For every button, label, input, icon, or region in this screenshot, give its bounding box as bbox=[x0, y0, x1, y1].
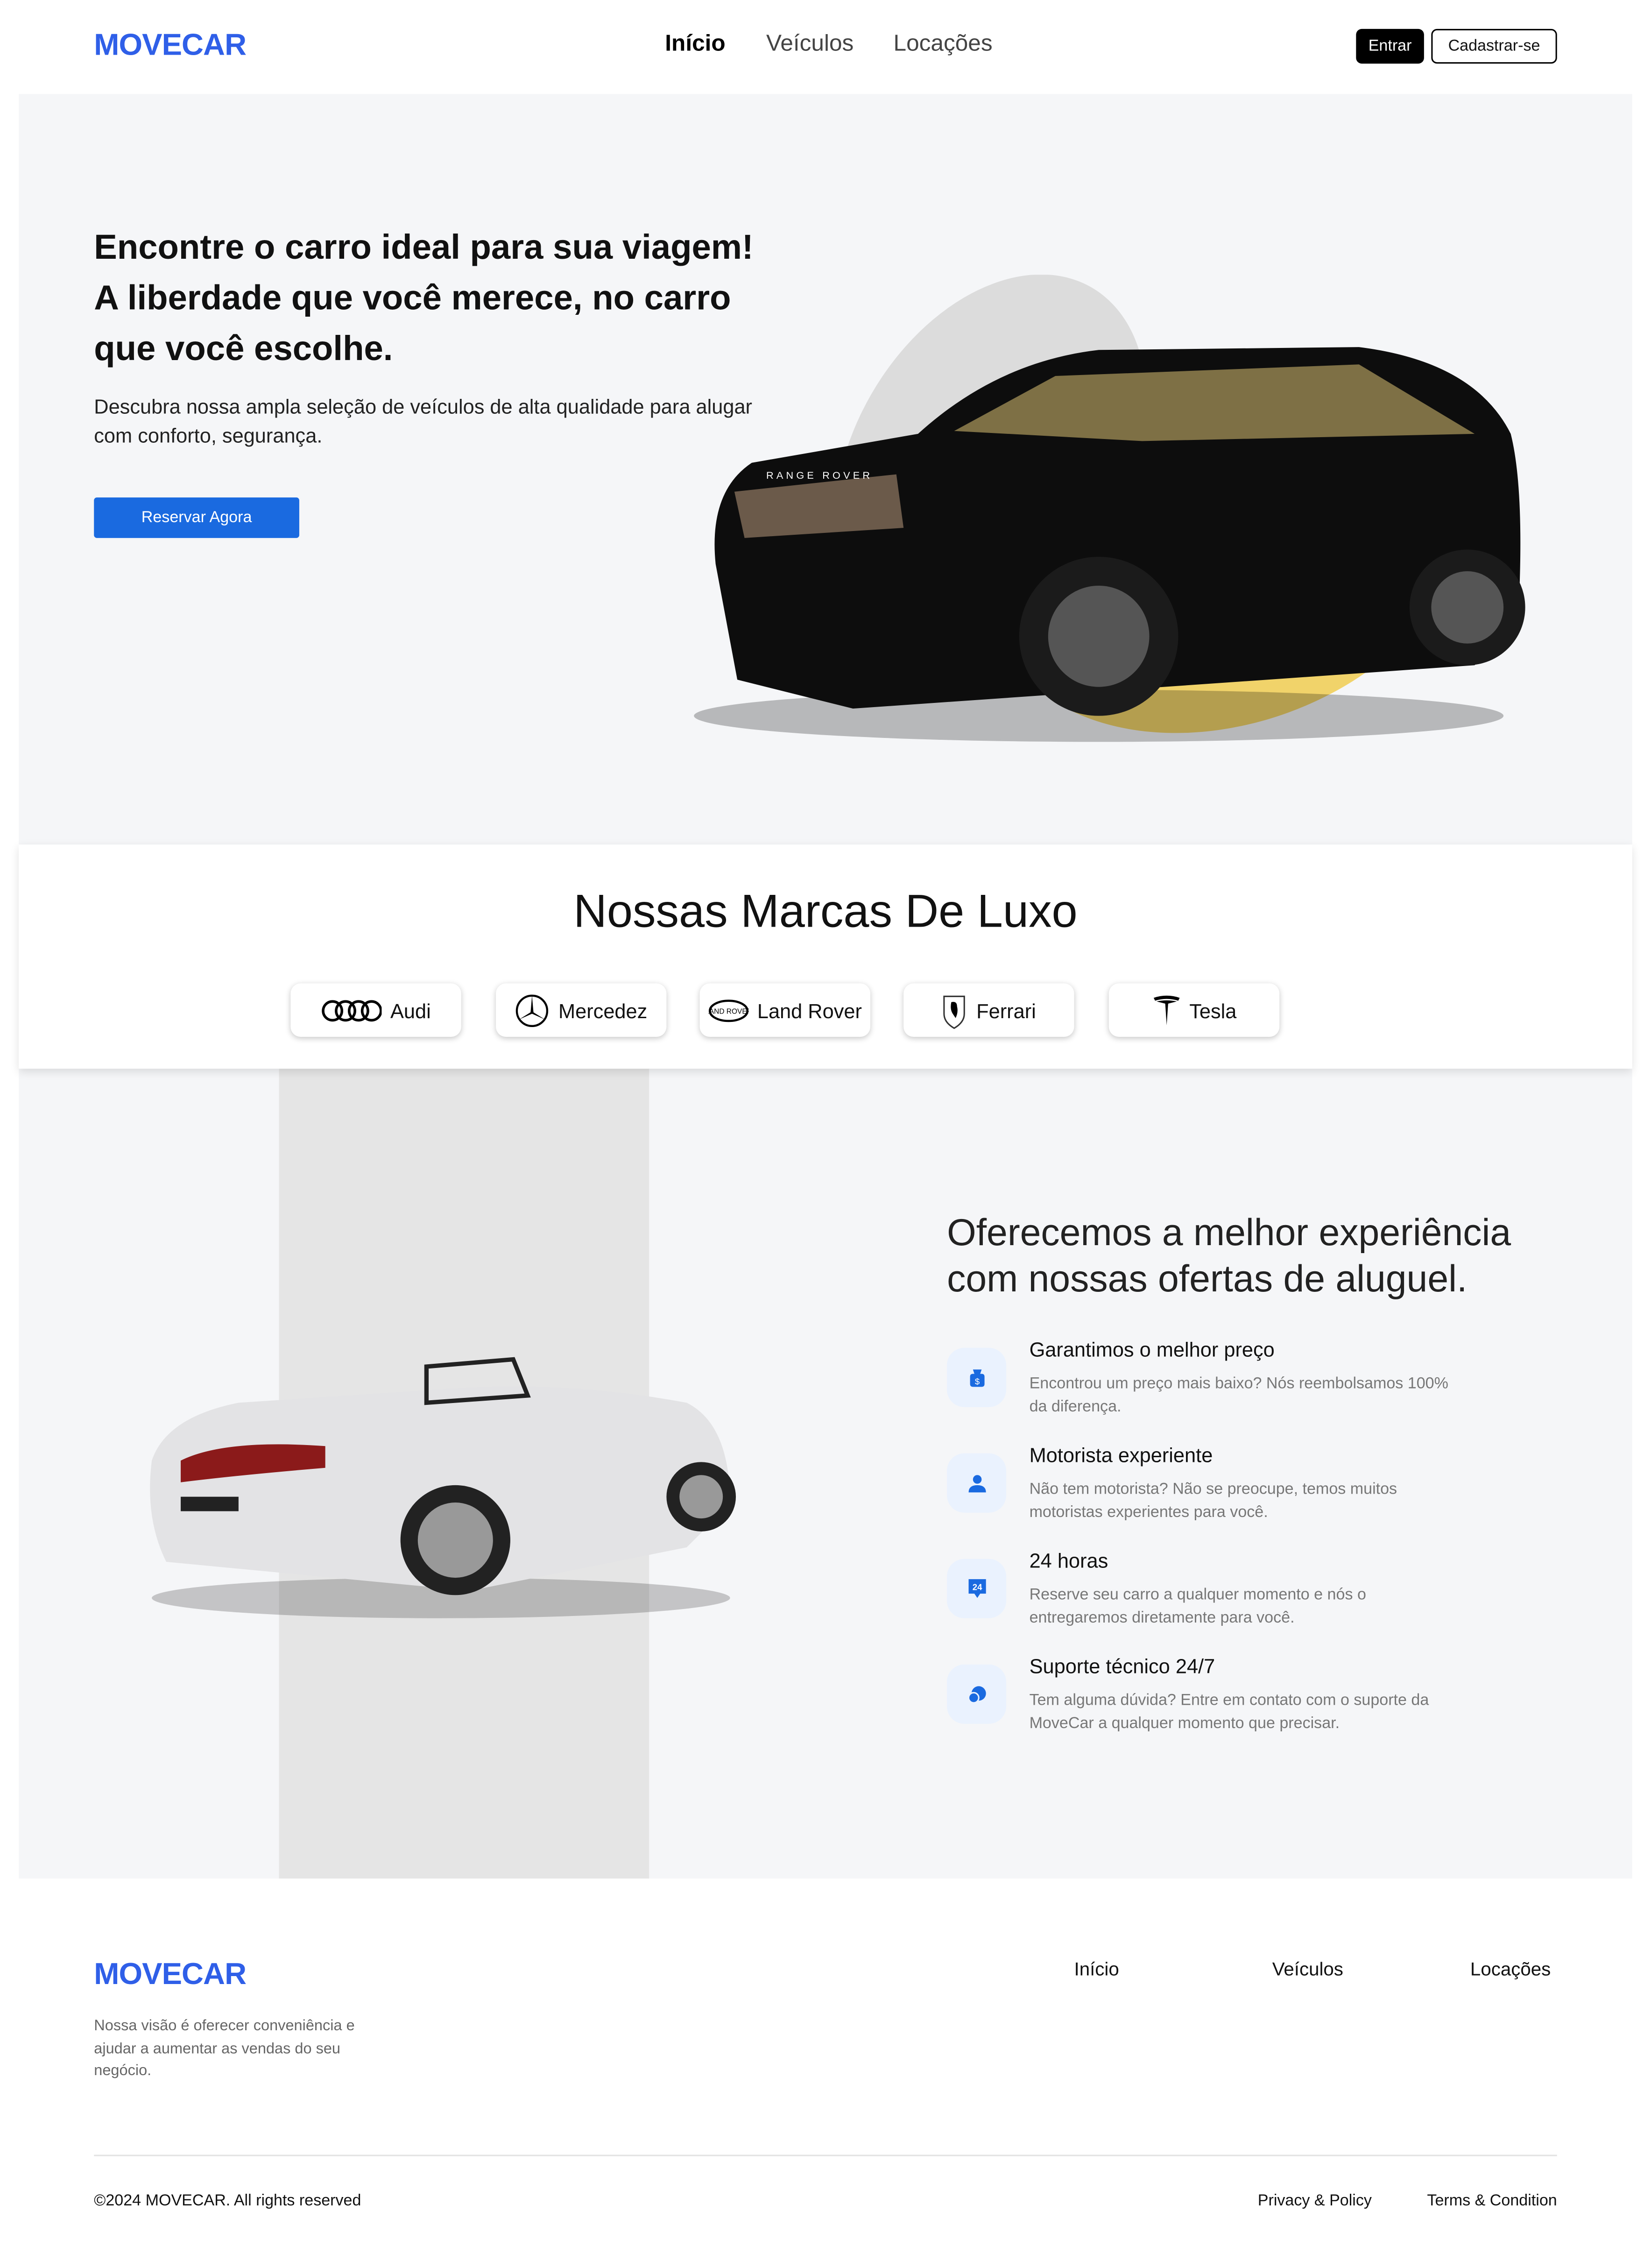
feature-desc: Tem alguma dúvida? Entre em contato com … bbox=[1029, 1692, 1429, 1733]
brand-audi[interactable]: Audi bbox=[290, 983, 461, 1037]
svg-text:24: 24 bbox=[972, 1582, 981, 1592]
login-button[interactable]: Entrar bbox=[1356, 28, 1424, 64]
ferrari-horse-icon bbox=[944, 995, 966, 1028]
feature-desc: Encontrou um preço mais baixo? Nós reemb… bbox=[1029, 1375, 1448, 1416]
brand-ferrari[interactable]: Ferrari bbox=[903, 983, 1074, 1037]
feature-title: Suporte técnico 24/7 bbox=[1029, 1654, 1215, 1678]
footer-link-locacoes[interactable]: Locações bbox=[1470, 1958, 1551, 1979]
feature-item: Suporte técnico 24/7 Tem alguma dúvida? … bbox=[947, 1654, 1468, 1741]
features-title: Oferecemos a melhor experiência com noss… bbox=[947, 1210, 1511, 1300]
money-bag-icon: $ bbox=[947, 1347, 1007, 1407]
hero-car-image: RANGE ROVER bbox=[694, 275, 1525, 742]
svg-text:$: $ bbox=[974, 1376, 979, 1386]
svg-text:LAND ROVER: LAND ROVER bbox=[708, 1007, 749, 1015]
brand-label: Audi bbox=[390, 998, 431, 1022]
brand-label: Land Rover bbox=[757, 998, 862, 1022]
privacy-link[interactable]: Privacy & Policy bbox=[1258, 2192, 1372, 2210]
brand-label: Mercedez bbox=[558, 998, 648, 1022]
brand-label: Tesla bbox=[1189, 998, 1237, 1022]
footer-link-veiculos[interactable]: Veículos bbox=[1272, 1958, 1343, 1979]
land-rover-badge-icon: LAND ROVER bbox=[708, 999, 749, 1021]
feature-item: 24 24 horas Reserve seu carro a qualquer… bbox=[947, 1549, 1468, 1636]
brand-label: Ferrari bbox=[976, 998, 1036, 1022]
nav-veiculos[interactable]: Veículos bbox=[766, 32, 854, 58]
footer-logo[interactable]: MOVECAR bbox=[94, 1958, 247, 1992]
nav-inicio[interactable]: Início bbox=[665, 32, 725, 58]
verified-driver-icon bbox=[947, 1453, 1007, 1513]
feature-desc: Reserve seu carro a qualquer momento e n… bbox=[1029, 1586, 1366, 1627]
feature-title: 24 horas bbox=[1029, 1549, 1108, 1572]
footer-link-inicio[interactable]: Início bbox=[1074, 1958, 1119, 1979]
nav-locacoes[interactable]: Locações bbox=[894, 32, 993, 58]
feature-title: Garantimos o melhor preço bbox=[1029, 1338, 1275, 1361]
24-hours-icon: 24 bbox=[947, 1559, 1007, 1618]
feature-desc: Não tem motorista? Não se preocupe, temo… bbox=[1029, 1481, 1397, 1522]
hero-title-line: Encontre o carro ideal para sua viagem! bbox=[94, 228, 754, 268]
footer-tagline: Nossa visão é oferecer conveniência e aj… bbox=[94, 2017, 355, 2080]
feature-title: Motorista experiente bbox=[1029, 1443, 1213, 1467]
feature-item: Motorista experiente Não tem motorista? … bbox=[947, 1443, 1468, 1530]
hero-subtitle: Descubra nossa ampla seleção de veículos… bbox=[94, 395, 752, 447]
footer-divider bbox=[94, 2155, 1557, 2156]
support-chat-icon bbox=[947, 1664, 1007, 1724]
convertible-car-image bbox=[150, 1357, 736, 1618]
brand-land-rover[interactable]: LAND ROVER Land Rover bbox=[699, 983, 870, 1037]
tesla-t-icon bbox=[1153, 995, 1179, 1025]
logo[interactable]: MOVECAR bbox=[94, 29, 247, 64]
brands-section: Nossas Marcas De Luxo Audi Mercedez LAND… bbox=[19, 844, 1632, 1069]
car-badge: RANGE ROVER bbox=[766, 469, 873, 481]
feature-item: $ Garantimos o melhor preço Encontrou um… bbox=[947, 1338, 1468, 1425]
copyright: ©2024 MOVECAR. All rights reserved bbox=[94, 2192, 361, 2210]
brand-tesla[interactable]: Tesla bbox=[1108, 983, 1280, 1037]
audi-rings-icon bbox=[322, 999, 382, 1021]
reserve-now-button[interactable]: Reservar Agora bbox=[94, 497, 299, 538]
mercedes-star-icon bbox=[516, 994, 549, 1027]
signup-button[interactable]: Cadastrar-se bbox=[1431, 28, 1557, 64]
brand-mercedez[interactable]: Mercedez bbox=[496, 983, 667, 1037]
brands-title: Nossas Marcas De Luxo bbox=[573, 885, 1078, 937]
terms-link[interactable]: Terms & Condition bbox=[1427, 2192, 1557, 2210]
